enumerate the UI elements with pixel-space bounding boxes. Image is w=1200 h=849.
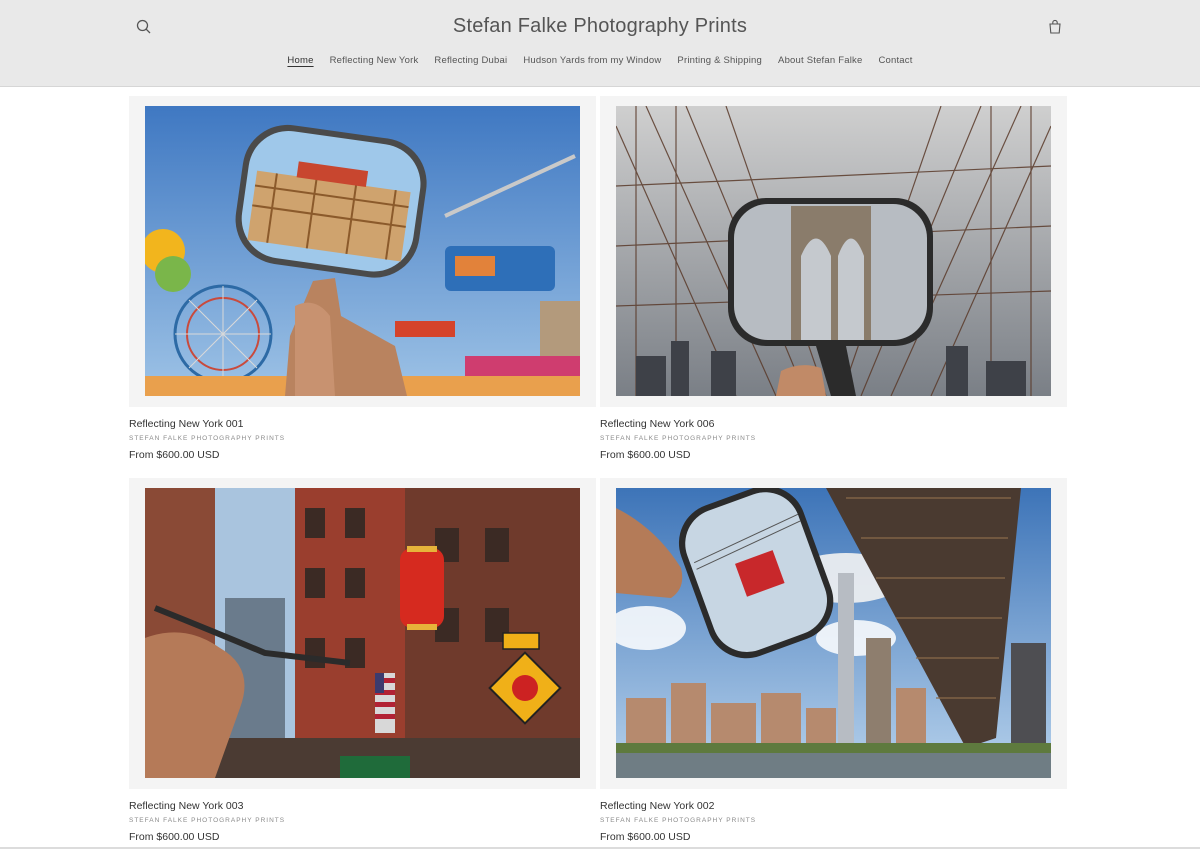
- nav-reflecting-dubai[interactable]: Reflecting Dubai: [426, 55, 515, 66]
- product-image[interactable]: [616, 488, 1051, 778]
- cart-icon[interactable]: [1045, 17, 1065, 37]
- product-image[interactable]: [145, 488, 580, 778]
- site-header: Stefan Falke Photography Prints Home Ref…: [0, 0, 1200, 87]
- product-vendor: STEFAN FALKE PHOTOGRAPHY PRINTS: [600, 435, 757, 442]
- product-vendor: STEFAN FALKE PHOTOGRAPHY PRINTS: [129, 435, 286, 442]
- product-image-frame: [129, 96, 596, 407]
- product-vendor: STEFAN FALKE PHOTOGRAPHY PRINTS: [600, 817, 757, 824]
- nav-printing-shipping[interactable]: Printing & Shipping: [669, 55, 770, 66]
- product-image-frame: [129, 478, 596, 789]
- product-title[interactable]: Reflecting New York 001: [129, 418, 243, 430]
- product-price: From $600.00 USD: [600, 831, 691, 843]
- product-price: From $600.00 USD: [600, 449, 691, 461]
- nav-contact[interactable]: Contact: [870, 55, 920, 66]
- main-nav: Home Reflecting New York Reflecting Duba…: [0, 55, 1200, 66]
- site-title[interactable]: Stefan Falke Photography Prints: [0, 15, 1200, 38]
- product-price: From $600.00 USD: [129, 449, 220, 461]
- nav-home[interactable]: Home: [279, 55, 321, 66]
- product-image[interactable]: [616, 106, 1051, 396]
- product-image-frame: [600, 96, 1067, 407]
- product-image[interactable]: [145, 106, 580, 396]
- product-title[interactable]: Reflecting New York 003: [129, 800, 243, 812]
- product-title[interactable]: Reflecting New York 002: [600, 800, 714, 812]
- product-vendor: STEFAN FALKE PHOTOGRAPHY PRINTS: [129, 817, 286, 824]
- nav-about[interactable]: About Stefan Falke: [770, 55, 870, 66]
- nav-hudson-yards[interactable]: Hudson Yards from my Window: [515, 55, 669, 66]
- nav-reflecting-new-york[interactable]: Reflecting New York: [322, 55, 427, 66]
- product-title[interactable]: Reflecting New York 006: [600, 418, 714, 430]
- product-image-frame: [600, 478, 1067, 789]
- product-price: From $600.00 USD: [129, 831, 220, 843]
